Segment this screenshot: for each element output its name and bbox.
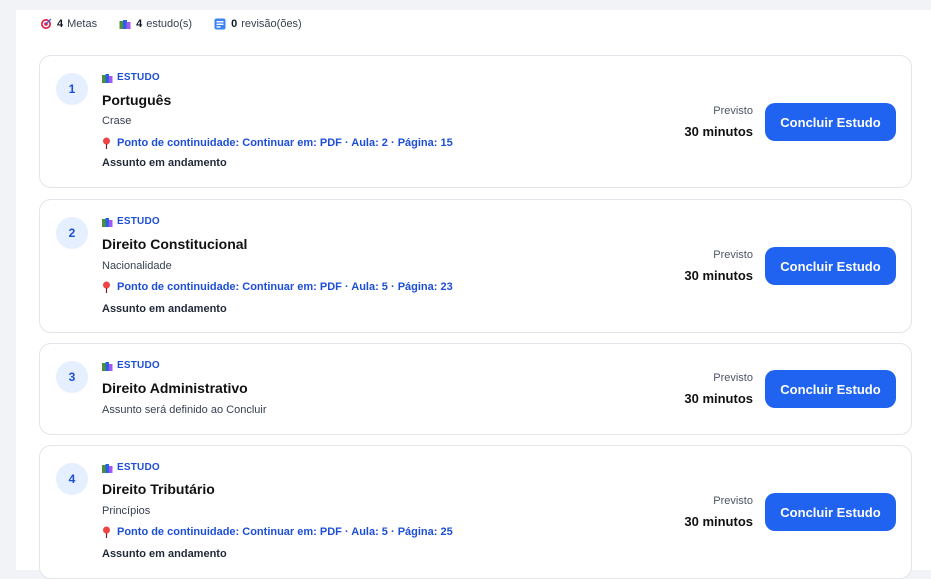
pin-icon <box>102 137 111 149</box>
planned-duration: 30 minutos <box>684 514 753 529</box>
pin-icon <box>102 281 111 293</box>
review-icon <box>214 18 226 30</box>
conclude-study-button[interactable]: Concluir Estudo <box>765 247 896 285</box>
books-icon <box>102 217 113 227</box>
stat-metas-label: Metas <box>67 18 98 30</box>
target-icon <box>40 18 52 30</box>
conclude-study-button[interactable]: Concluir Estudo <box>765 370 896 408</box>
subject-title: Direito Administrativo <box>102 380 248 396</box>
continuity-text: Ponto de continuidade: Continuar em: PDF… <box>117 526 453 538</box>
conclude-study-button[interactable]: Concluir Estudo <box>765 493 896 531</box>
books-icon <box>119 18 131 30</box>
planned-label: Previsto <box>713 249 753 261</box>
study-card: 3 ESTUDO Direito Administrativo Assunto … <box>39 343 912 435</box>
stat-estudos-count: 4 <box>136 18 143 30</box>
topic-name: Assunto será definido ao Concluir <box>102 404 267 416</box>
books-icon <box>102 361 113 371</box>
conclude-study-button[interactable]: Concluir Estudo <box>765 103 896 141</box>
study-type-label: ESTUDO <box>117 360 160 371</box>
continuity-point[interactable]: Ponto de continuidade: Continuar em: PDF… <box>102 137 453 149</box>
pin-icon <box>102 526 111 538</box>
stat-revisoes-label: revisão(ões) <box>241 18 302 30</box>
books-icon <box>102 73 113 83</box>
continuity-text: Ponto de continuidade: Continuar em: PDF… <box>117 137 453 149</box>
progress-status: Assunto em andamento <box>102 303 227 315</box>
stat-metas: 4 Metas <box>40 18 97 30</box>
stats-bar: 4 Metas 4 estudo(s) 0 revisão(ões) <box>40 17 324 31</box>
stat-estudos: 4 estudo(s) <box>119 18 192 30</box>
continuity-text: Ponto de continuidade: Continuar em: PDF… <box>117 281 453 293</box>
study-card: 1 ESTUDO Português Crase Ponto de contin… <box>39 55 912 188</box>
stat-revisoes: 0 revisão(ões) <box>214 18 302 30</box>
planned-duration: 30 minutos <box>684 268 753 283</box>
study-type-label: ESTUDO <box>117 216 160 227</box>
continuity-point[interactable]: Ponto de continuidade: Continuar em: PDF… <box>102 281 453 293</box>
stat-metas-count: 4 <box>57 18 64 30</box>
subject-title: Direito Tributário <box>102 481 215 497</box>
progress-status: Assunto em andamento <box>102 157 227 169</box>
step-number-badge: 2 <box>56 217 88 249</box>
step-number-badge: 1 <box>56 73 88 105</box>
study-type-label: ESTUDO <box>117 72 160 83</box>
planned-label: Previsto <box>713 495 753 507</box>
progress-status: Assunto em andamento <box>102 548 227 560</box>
step-number-badge: 4 <box>56 463 88 495</box>
step-number-badge: 3 <box>56 361 88 393</box>
planned-label: Previsto <box>713 372 753 384</box>
study-card: 2 ESTUDO Direito Constitucional Nacional… <box>39 199 912 333</box>
topic-name: Crase <box>102 115 132 127</box>
study-type-tag: ESTUDO <box>102 360 160 371</box>
subject-title: Direito Constitucional <box>102 236 248 252</box>
topic-name: Princípios <box>102 505 151 517</box>
subject-title: Português <box>102 92 172 108</box>
books-icon <box>102 463 113 473</box>
stat-revisoes-count: 0 <box>231 18 238 30</box>
topic-name: Nacionalidade <box>102 260 172 272</box>
planned-duration: 30 minutos <box>684 391 753 406</box>
study-type-label: ESTUDO <box>117 462 160 473</box>
study-card: 4 ESTUDO Direito Tributário Princípios P… <box>39 445 912 579</box>
stat-estudos-label: estudo(s) <box>146 18 193 30</box>
study-type-tag: ESTUDO <box>102 72 160 83</box>
planned-label: Previsto <box>713 105 753 117</box>
continuity-point[interactable]: Ponto de continuidade: Continuar em: PDF… <box>102 526 453 538</box>
planned-duration: 30 minutos <box>684 124 753 139</box>
study-type-tag: ESTUDO <box>102 462 160 473</box>
study-type-tag: ESTUDO <box>102 216 160 227</box>
